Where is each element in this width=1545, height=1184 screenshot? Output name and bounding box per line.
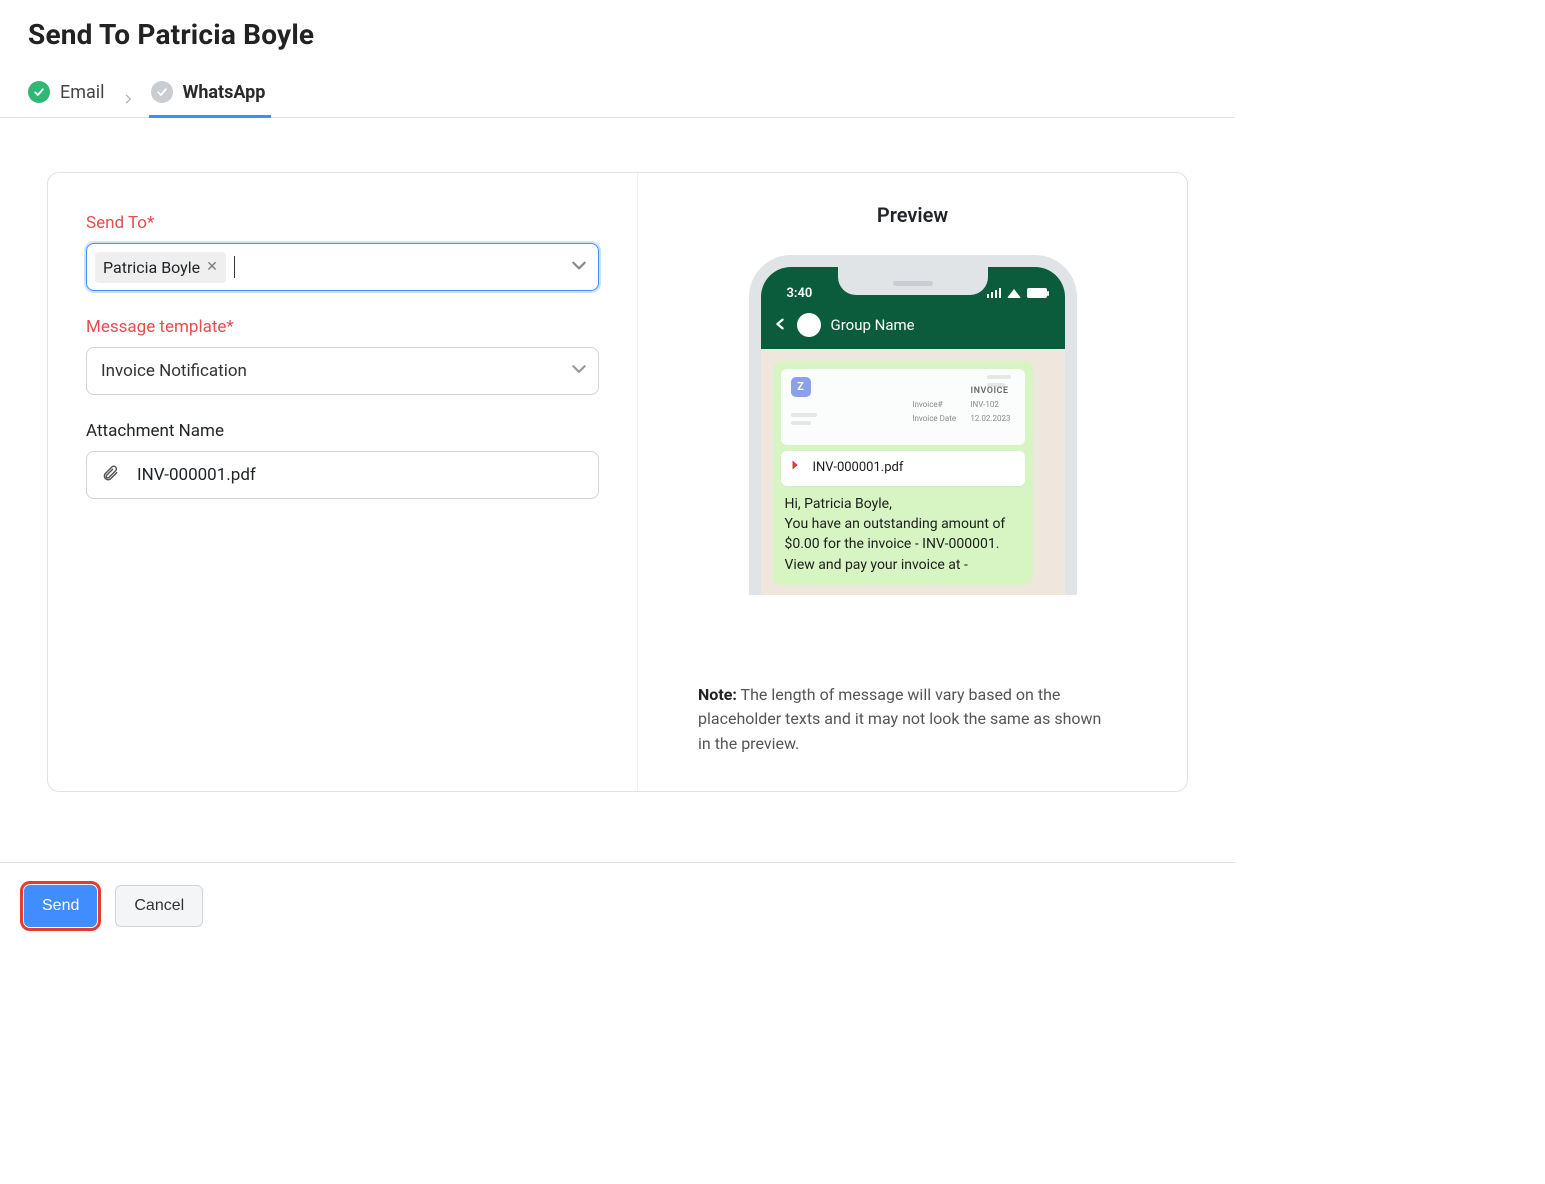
wifi-icon (1007, 289, 1021, 298)
whatsapp-group-name: Group Name (831, 316, 915, 334)
chevron-right-icon (123, 90, 133, 109)
chevron-down-icon[interactable] (570, 256, 588, 278)
phone-preview: 3:40 (749, 255, 1077, 595)
tab-email-label: Email (60, 82, 105, 103)
message-template-select[interactable]: Invoice Notification (86, 347, 599, 395)
whatsapp-form-card: Send To* Patricia Boyle ✕ Message templa… (47, 172, 1188, 792)
avatar (797, 313, 821, 337)
form-panel: Send To* Patricia Boyle ✕ Message templa… (48, 173, 638, 791)
attachment-file-row: INV-000001.pdf (781, 451, 1025, 486)
tab-whatsapp[interactable]: WhatsApp (151, 81, 266, 117)
active-tab-underline (149, 115, 272, 118)
preview-panel: Preview 3:40 (638, 173, 1187, 791)
pdf-icon (791, 459, 803, 478)
send-to-label: Send To* (86, 213, 599, 233)
attachment-name-label: Attachment Name (86, 421, 599, 441)
preview-note-label: Note: (698, 685, 737, 704)
battery-icon (1027, 288, 1047, 298)
invoice-logo: Z (791, 377, 811, 397)
close-icon[interactable]: ✕ (206, 259, 218, 275)
whatsapp-chat-body: Z INVOICE Invoice#INV-102 Invoice Date12… (761, 349, 1065, 595)
attachment-file-name: INV-000001.pdf (813, 459, 904, 478)
tab-whatsapp-label: WhatsApp (183, 82, 266, 103)
cancel-button[interactable]: Cancel (115, 885, 203, 927)
message-template-value: Invoice Notification (101, 361, 247, 381)
send-button[interactable]: Send (24, 885, 97, 927)
chevron-down-icon[interactable] (570, 360, 588, 383)
invoice-preview-card: Z INVOICE Invoice#INV-102 Invoice Date12… (781, 369, 1025, 445)
check-icon (28, 81, 50, 103)
recipient-chip[interactable]: Patricia Boyle ✕ (95, 252, 226, 283)
chevron-left-icon (773, 316, 787, 335)
signal-icon (987, 288, 1001, 298)
invoice-card-title: INVOICE (971, 385, 1009, 398)
page-header: Send To Patricia Boyle Email WhatsApp (0, 0, 1235, 118)
text-cursor (234, 256, 235, 278)
preview-note-text: The length of message will vary based on… (698, 685, 1101, 754)
attachment-name-input[interactable]: INV-000001.pdf (86, 451, 599, 499)
invoice-meta-table: Invoice#INV-102 Invoice Date12.02.2023 (912, 399, 1010, 426)
attachment-name-value: INV-000001.pdf (137, 465, 256, 485)
page-title: Send To Patricia Boyle (28, 18, 1207, 51)
channel-tabs: Email WhatsApp (0, 81, 1235, 118)
preview-title: Preview (638, 203, 1187, 227)
recipient-chip-label: Patricia Boyle (103, 258, 200, 277)
page-footer: Send Cancel (0, 862, 1235, 949)
phone-time: 3:40 (787, 286, 813, 301)
message-template-label: Message template* (86, 317, 599, 337)
preview-note: Note: The length of message will vary ba… (638, 661, 1187, 791)
paperclip-icon (101, 464, 119, 487)
check-icon (151, 81, 173, 103)
message-body: Hi, Patricia Boyle, You have an outstand… (781, 494, 1025, 575)
phone-notch (838, 267, 988, 295)
tab-email[interactable]: Email (28, 81, 105, 117)
whatsapp-message-bubble: Z INVOICE Invoice#INV-102 Invoice Date12… (773, 361, 1033, 585)
whatsapp-header: Group Name (761, 309, 1065, 349)
send-to-input[interactable]: Patricia Boyle ✕ (86, 243, 599, 291)
